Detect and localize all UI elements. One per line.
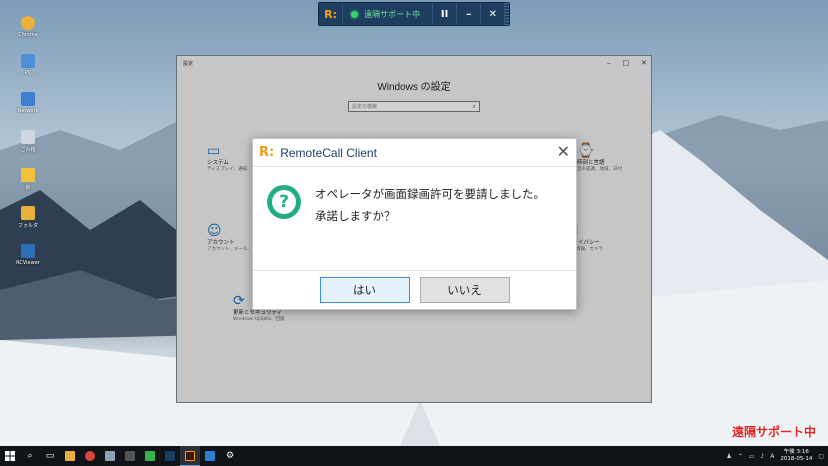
desktop-icon-rcviewer[interactable]: RCViewer bbox=[10, 242, 46, 280]
search-icon: ⌕ bbox=[27, 451, 33, 461]
taskbar-app-calculator[interactable] bbox=[120, 446, 140, 466]
taskbar-app-line[interactable] bbox=[140, 446, 160, 466]
dialog-body: ? オペレータが画面録画許可を要請しました。 承諾しますか？ bbox=[253, 167, 576, 271]
remotecall-logo-icon: R: bbox=[319, 3, 344, 25]
start-button[interactable] bbox=[0, 446, 20, 466]
desktop-icon-recycle-bin[interactable]: ごみ箱 bbox=[10, 128, 46, 166]
network-icon[interactable]: ▭ bbox=[749, 453, 755, 460]
dialog-message-line2: 承諾しますか？ bbox=[315, 209, 396, 223]
dialog-title: RemoteCall Client bbox=[280, 145, 377, 160]
taskbar-app-illustrator[interactable] bbox=[180, 446, 200, 466]
notification-icon[interactable]: ▢ bbox=[818, 453, 824, 460]
line-icon bbox=[145, 451, 155, 461]
gear-icon: ⚙ bbox=[225, 451, 235, 461]
ime-indicator[interactable]: A bbox=[770, 453, 774, 460]
clock[interactable]: 午後 3:16 2018-05-14 bbox=[780, 449, 812, 463]
status-dot-icon bbox=[351, 10, 359, 18]
desktop-icon-file[interactable]: 新 bbox=[10, 166, 46, 204]
dialog-message: オペレータが画面録画許可を要請しました。 承諾しますか？ bbox=[315, 183, 545, 270]
calculator-icon bbox=[125, 451, 135, 461]
dialog-titlebar[interactable]: R: RemoteCall Client ✕ bbox=[253, 139, 576, 167]
taskbar-app-3[interactable] bbox=[100, 446, 120, 466]
folder-icon bbox=[65, 451, 75, 461]
photoshop-icon bbox=[165, 451, 175, 461]
question-icon: ? bbox=[267, 185, 301, 219]
person-icon[interactable]: ♟ bbox=[726, 453, 731, 460]
app-icon bbox=[205, 451, 215, 461]
taskbar-app-photoshop[interactable] bbox=[160, 446, 180, 466]
desktop-icon-network[interactable]: Network bbox=[10, 90, 46, 128]
desktop-icon-folder[interactable]: フォルダ bbox=[10, 204, 46, 242]
volume-icon[interactable]: ♪ bbox=[760, 453, 764, 460]
file-icon bbox=[21, 168, 35, 182]
task-view-icon: ▭ bbox=[45, 451, 55, 461]
desktop-icon-chrome[interactable]: Chrome bbox=[10, 14, 46, 52]
system-tray: ♟ ⌃ ▭ ♪ A 午後 3:16 2018-05-14 ▢ bbox=[726, 446, 824, 466]
app-icon bbox=[105, 451, 115, 461]
status-label: 遠隔サポート中 bbox=[364, 9, 421, 19]
chevron-up-icon[interactable]: ⌃ bbox=[738, 453, 743, 460]
pc-icon bbox=[21, 54, 35, 68]
clock-date: 2018-05-14 bbox=[780, 456, 813, 462]
rcviewer-icon bbox=[21, 244, 35, 258]
taskbar-app-8[interactable] bbox=[200, 446, 220, 466]
taskbar-app-settings[interactable]: ⚙ bbox=[220, 446, 240, 466]
recycle-bin-icon bbox=[21, 130, 35, 144]
search-button[interactable]: ⌕ bbox=[20, 446, 40, 466]
remote-support-toolbar: R: 遠隔サポート中 II – ✕ bbox=[318, 2, 510, 26]
support-status: 遠隔サポート中 bbox=[343, 3, 434, 25]
network-icon bbox=[21, 92, 35, 106]
close-button[interactable]: ✕ bbox=[481, 3, 506, 25]
minimize-button[interactable]: – bbox=[457, 3, 482, 25]
clock-time: 午後 3:16 bbox=[783, 449, 809, 455]
task-view-button[interactable]: ▭ bbox=[40, 446, 60, 466]
illustrator-icon bbox=[185, 450, 195, 461]
yes-button[interactable]: はい bbox=[319, 277, 410, 303]
chrome-icon bbox=[21, 16, 35, 30]
drag-handle[interactable] bbox=[505, 3, 510, 25]
remote-support-watermark: 遠隔サポート中 bbox=[731, 425, 816, 439]
chrome-icon bbox=[85, 451, 95, 461]
dialog-footer: はい いいえ bbox=[253, 271, 576, 309]
taskbar: ⌕ ▭ ⚙ ♟ ⌃ ▭ ♪ A 午後 3:16 2018-05-14 ▢ bbox=[0, 446, 828, 466]
remotecall-permission-dialog: R: RemoteCall Client ✕ ? オペレータが画面録画許可を要請… bbox=[252, 138, 577, 310]
dialog-close-icon[interactable]: ✕ bbox=[557, 143, 570, 161]
taskbar-app-chrome[interactable] bbox=[80, 446, 100, 466]
folder-icon bbox=[21, 206, 35, 220]
dialog-message-line1: オペレータが画面録画許可を要請しました。 bbox=[315, 187, 545, 201]
desktop-icons: Chrome PC Network ごみ箱 新 フォルダ RCViewer bbox=[10, 14, 46, 280]
desktop-icon-pc[interactable]: PC bbox=[10, 52, 46, 90]
windows-logo-icon bbox=[5, 451, 15, 461]
pause-button[interactable]: II bbox=[433, 3, 458, 25]
no-button[interactable]: いいえ bbox=[419, 277, 510, 303]
taskbar-app-explorer[interactable] bbox=[60, 446, 80, 466]
remotecall-logo-icon: R: bbox=[259, 145, 275, 160]
